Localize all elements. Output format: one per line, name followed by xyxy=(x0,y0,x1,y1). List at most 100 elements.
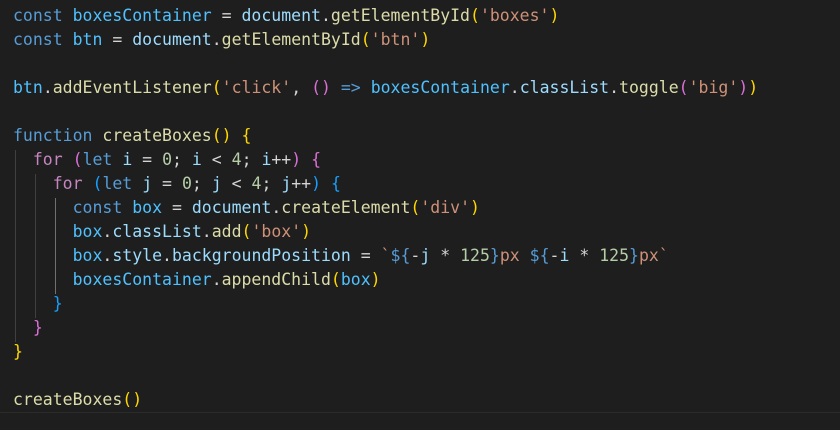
code-token: = xyxy=(102,30,133,49)
code-line[interactable]: const box = document.createElement('div'… xyxy=(13,196,480,220)
code-token: { xyxy=(331,174,341,193)
code-token: i xyxy=(122,150,133,169)
code-line[interactable]: boxesContainer.appendChild(box) xyxy=(13,268,381,292)
code-token: => xyxy=(340,78,361,97)
code-token: px` xyxy=(638,246,669,265)
code-token: btn xyxy=(13,78,43,97)
code-token: box xyxy=(340,270,371,289)
code-token: 0 xyxy=(162,150,172,169)
code-line[interactable]: box.style.backgroundPosition = `${-j * 1… xyxy=(13,244,669,268)
code-line[interactable]: function createBoxes() { xyxy=(13,124,251,148)
code-token: ++ xyxy=(271,150,292,169)
editor-divider xyxy=(0,412,840,413)
code-token: ; xyxy=(191,174,212,193)
code-token: ) xyxy=(420,30,431,49)
code-token: ) xyxy=(549,6,560,25)
code-token: ( xyxy=(678,78,689,97)
code-token: ; xyxy=(261,174,282,193)
code-line[interactable]: } xyxy=(13,316,43,340)
code-token: 'div' xyxy=(420,198,471,217)
code-token: . xyxy=(201,222,212,241)
code-token: for xyxy=(32,150,63,169)
code-token: getElementById xyxy=(330,6,470,25)
code-line[interactable]: for (let j = 0; j < 4; j++) { xyxy=(13,172,341,196)
code-token: 'box' xyxy=(251,222,302,241)
code-token: document xyxy=(191,198,272,217)
code-token: . xyxy=(211,270,222,289)
code-token: ) xyxy=(370,270,381,289)
code-token: . xyxy=(102,222,113,241)
code-token: ) xyxy=(291,150,302,169)
code-token: style xyxy=(112,246,163,265)
code-token: box xyxy=(132,198,163,217)
code-token: boxesContainer xyxy=(370,78,510,97)
code-token: () xyxy=(122,390,143,409)
code-line[interactable]: } xyxy=(13,292,63,316)
code-token: . xyxy=(42,78,53,97)
code-token: j xyxy=(420,246,431,265)
code-token: btn xyxy=(72,30,103,49)
code-line[interactable]: for (let i = 0; i < 4; i++) { xyxy=(13,148,321,172)
code-line[interactable]: const boxesContainer = document.getEleme… xyxy=(13,4,559,28)
code-token: const xyxy=(13,6,63,25)
code-token: ( xyxy=(72,150,83,169)
code-token: createBoxes xyxy=(13,390,123,409)
code-token: . xyxy=(509,78,520,97)
code-token: function xyxy=(13,126,93,145)
code-token: box xyxy=(72,222,103,241)
code-token: let xyxy=(102,174,133,193)
code-token: 'btn' xyxy=(370,30,421,49)
code-token: - xyxy=(410,246,421,265)
code-token: j xyxy=(142,174,153,193)
code-token: const xyxy=(13,30,63,49)
code-token: 4 xyxy=(231,150,242,169)
code-token: backgroundPosition xyxy=(171,246,351,265)
code-token: } xyxy=(32,318,43,337)
code-token: i xyxy=(559,246,570,265)
code-token: { xyxy=(241,126,252,145)
code-token: ( xyxy=(360,30,371,49)
code-token: ) xyxy=(311,174,322,193)
code-line[interactable]: createBoxes() xyxy=(13,388,142,412)
code-line[interactable]: const btn = document.getElementById('btn… xyxy=(13,28,430,52)
code-token: const xyxy=(72,198,123,217)
code-token: = xyxy=(211,6,242,25)
code-token: toggle xyxy=(619,78,679,97)
code-token: { xyxy=(311,150,322,169)
code-token: boxesContainer xyxy=(72,6,212,25)
code-line[interactable]: box.classList.add('box') xyxy=(13,220,311,244)
code-token: () xyxy=(211,126,232,145)
code-token: ${ xyxy=(529,246,550,265)
code-token: classList xyxy=(519,78,610,97)
code-token: , xyxy=(291,78,312,97)
code-editor[interactable]: const boxesContainer = document. getEleme… xyxy=(0,0,840,430)
code-token: ${ xyxy=(390,246,411,265)
code-token: for xyxy=(52,174,83,193)
code-token: document xyxy=(241,6,321,25)
code-token: classList xyxy=(112,222,202,241)
code-line[interactable]: btn.addEventListener('click', () => boxe… xyxy=(13,76,758,100)
code-token: } xyxy=(13,342,23,361)
code-token: = xyxy=(132,150,163,169)
code-token: getElementById xyxy=(221,30,361,49)
code-token: ( xyxy=(211,78,222,97)
code-token: * xyxy=(430,246,461,265)
code-token: px xyxy=(499,246,530,265)
code-token: 'boxes' xyxy=(479,6,550,25)
code-token: ` xyxy=(380,246,391,265)
code-token: < xyxy=(221,174,252,193)
code-token: * xyxy=(569,246,600,265)
code-line[interactable]: } xyxy=(13,340,23,364)
